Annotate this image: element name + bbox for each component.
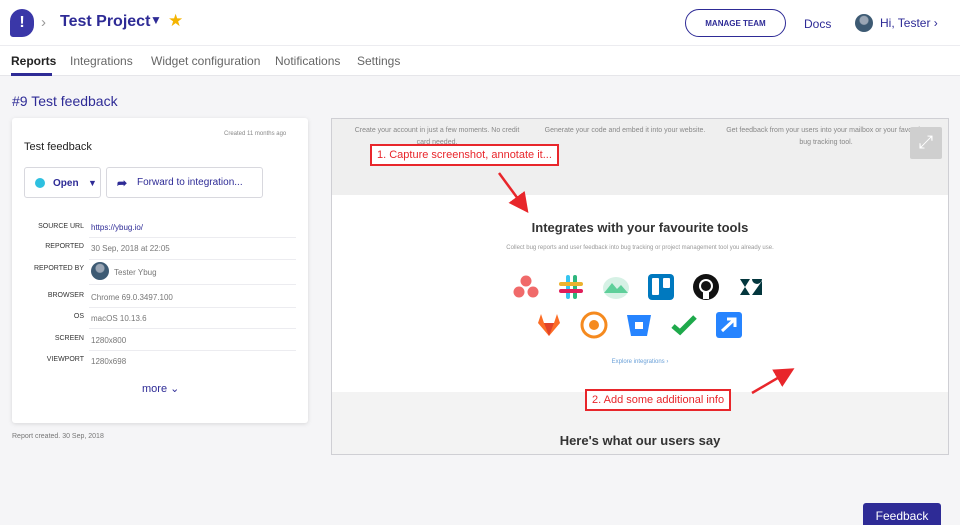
annotation-arrow-2 — [751, 368, 795, 395]
annotation-label-2: 2. Add some additional info — [585, 389, 732, 411]
active-tab-indicator — [11, 73, 52, 76]
row-divider — [89, 237, 296, 238]
tab-reports[interactable]: Reports — [11, 54, 56, 68]
detail-value-screen: 1280x800 — [91, 336, 127, 345]
forward-to-integration-button[interactable]: ➦ Forward to integration... — [106, 167, 263, 198]
docs-link[interactable]: Docs — [804, 17, 831, 31]
forward-label: Forward to integration... — [137, 177, 243, 188]
detail-value-reported-by: Tester Ybug — [114, 268, 157, 277]
forward-arrow-icon: ➦ — [117, 176, 128, 190]
detail-value-os: macOS 10.13.6 — [91, 314, 147, 323]
detail-value-viewport: 1280x698 — [91, 357, 127, 366]
report-details-card: Test feedback Created 11 months ago Open… — [12, 118, 308, 423]
source-url-link[interactable]: https://ybug.io/ — [91, 223, 143, 232]
top-bar: ! › Test Project ▼ ★ MANAGE TEAM Docs Hi… — [0, 0, 960, 46]
detail-value-browser: Chrome 69.0.3497.100 — [91, 293, 173, 302]
status-dropdown[interactable]: Open ▼ — [24, 167, 101, 198]
tab-bar: Reports Integrations Widget configuratio… — [0, 46, 960, 76]
chevron-down-icon: ⌄ — [170, 383, 180, 395]
detail-label-reported: REPORTED — [45, 243, 84, 250]
ybug-logo-icon[interactable]: ! — [10, 9, 34, 37]
feedback-button[interactable]: Feedback — [863, 503, 941, 525]
project-title[interactable]: Test Project — [60, 13, 150, 31]
more-details-toggle[interactable]: more ⌄ — [142, 382, 179, 395]
detail-label-browser: BROWSER — [47, 292, 84, 299]
user-avatar[interactable] — [855, 14, 873, 32]
row-divider — [89, 259, 296, 260]
detail-label-os: OS — [73, 313, 84, 320]
breadcrumb-separator-icon: › — [41, 14, 46, 31]
row-divider — [89, 284, 296, 285]
user-greeting: Hi, Tester — [880, 16, 931, 30]
user-menu[interactable]: Hi, Tester › — [880, 16, 938, 30]
chevron-down-icon[interactable]: ▼ — [150, 13, 162, 27]
tab-settings[interactable]: Settings — [357, 54, 400, 68]
star-icon[interactable]: ★ — [168, 11, 183, 31]
more-label: more — [142, 383, 168, 395]
status-dot-icon — [35, 178, 45, 188]
tab-integrations[interactable]: Integrations — [70, 54, 133, 68]
annotation-label-1: 1. Capture screenshot, annotate it... — [370, 144, 559, 166]
detail-label-screen: SCREEN — [54, 335, 84, 342]
detail-label-reported-by: REPORTED BY — [33, 265, 84, 272]
annotation-arrow-1 — [497, 172, 529, 214]
reporter-avatar — [91, 262, 109, 280]
detail-label-viewport: VIEWPORT — [46, 356, 84, 363]
tab-notifications[interactable]: Notifications — [275, 54, 340, 68]
created-timestamp: Created 11 months ago — [224, 131, 287, 137]
manage-team-button[interactable]: MANAGE TEAM — [685, 9, 786, 37]
screenshot-preview[interactable]: Create your account in just a few moment… — [331, 118, 949, 455]
detail-value-reported: 30 Sep, 2018 at 22:05 — [91, 244, 170, 253]
row-divider — [89, 350, 296, 351]
report-card-title: Test feedback — [24, 141, 92, 153]
status-label: Open — [53, 178, 79, 189]
report-title: #9 Test feedback — [12, 93, 118, 109]
detail-label-source-url: SOURCE URL — [38, 223, 84, 230]
report-created-note: Report created. 30 Sep, 2018 — [12, 433, 104, 440]
row-divider — [89, 307, 296, 308]
row-divider — [89, 328, 296, 329]
tab-widget-configuration[interactable]: Widget configuration — [151, 54, 260, 68]
caret-down-icon: ▼ — [88, 178, 97, 188]
